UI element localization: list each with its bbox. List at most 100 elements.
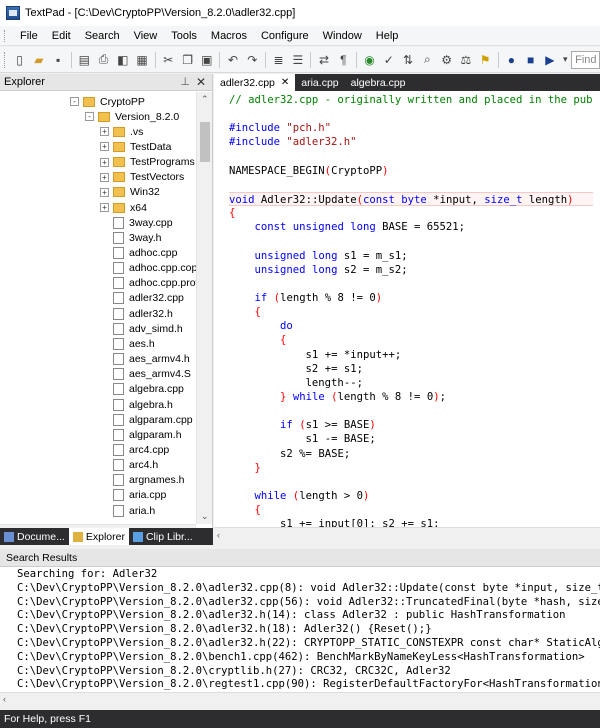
code-editor[interactable]: // adler32.cpp - originally written and …	[214, 91, 600, 527]
indent-icon[interactable]: ≣	[270, 51, 287, 69]
tree-vertical-scrollbar[interactable]: ⌃ ⌄	[196, 92, 212, 524]
redo-icon[interactable]: ↷	[244, 51, 261, 69]
record-macro-icon[interactable]: ●	[503, 51, 520, 69]
code-line[interactable]: unsigned long s1 = m_s1;	[229, 249, 593, 263]
tree-folder[interactable]: - CryptoPP	[70, 94, 145, 109]
close-icon[interactable]: ✕	[196, 75, 206, 89]
code-line[interactable]: while (length > 0)	[229, 489, 593, 503]
collapse-icon[interactable]: -	[70, 97, 79, 106]
spell-icon[interactable]: ▦	[133, 51, 150, 69]
tree-file[interactable]: aes.h	[113, 336, 155, 351]
word-wrap-icon[interactable]: ⇄	[315, 51, 332, 69]
menu-macros[interactable]: Macros	[204, 30, 254, 42]
editor-horizontal-scrollbar[interactable]: ‹	[214, 527, 600, 543]
tree-folder[interactable]: - Version_8.2.0	[85, 109, 179, 124]
tree-file[interactable]: adler32.cpp	[113, 291, 184, 306]
undo-icon[interactable]: ↶	[224, 51, 241, 69]
search-result-line[interactable]: C:\Dev\CryptoPP\Version_8.2.0\regtest1.c…	[17, 678, 600, 692]
search-result-line[interactable]: C:\Dev\CryptoPP\Version_8.2.0\adler32.h(…	[17, 623, 600, 637]
menu-file[interactable]: File	[13, 30, 45, 42]
tools-icon[interactable]: ⚙	[438, 51, 455, 69]
sort-icon[interactable]: ⇅	[399, 51, 416, 69]
tree-file[interactable]: algebra.cpp	[113, 382, 184, 397]
tree-file[interactable]: adhoc.cpp	[113, 246, 177, 261]
run-macro-icon[interactable]: ⚑	[476, 51, 493, 69]
menu-grip[interactable]	[4, 29, 7, 42]
tab-documents[interactable]: Docume...	[0, 528, 69, 546]
tree-file[interactable]: adv_simd.h	[113, 321, 183, 336]
tree-file[interactable]: adhoc.cpp.prot	[113, 276, 196, 291]
code-line[interactable]: if (length % 8 != 0)	[229, 291, 593, 305]
compare-icon[interactable]: ⚖	[457, 51, 474, 69]
tree-file[interactable]: aes_armv4.S	[113, 367, 191, 382]
code-line[interactable]	[229, 475, 593, 489]
menu-search[interactable]: Search	[78, 30, 127, 42]
code-line[interactable]: if (s1 >= BASE)	[229, 418, 593, 432]
scroll-thumb[interactable]	[200, 122, 210, 162]
menu-window[interactable]: Window	[316, 30, 369, 42]
tree-file[interactable]: aria.cpp	[113, 488, 166, 503]
search-result-line[interactable]: C:\Dev\CryptoPP\Version_8.2.0\bench1.cpp…	[17, 651, 600, 665]
tree-folder[interactable]: + TestPrograms	[100, 155, 195, 170]
toolbar-overflow-icon[interactable]: ▾	[561, 51, 571, 69]
tree-folder[interactable]: + TestVectors	[100, 170, 184, 185]
code-line[interactable]: s1 += input[0]; s2 += s1;	[229, 517, 593, 527]
print-icon[interactable]: ⎙	[95, 51, 112, 69]
code-line[interactable]: NAMESPACE_BEGIN(CryptoPP)	[229, 164, 593, 178]
code-line[interactable]	[229, 150, 593, 164]
search-result-line[interactable]: C:\Dev\CryptoPP\Version_8.2.0\cryptlib.h…	[17, 665, 600, 679]
search-result-line[interactable]: C:\Dev\CryptoPP\Version_8.2.0\adler32.cp…	[17, 596, 600, 610]
code-line[interactable]: const unsigned long BASE = 65521;	[229, 220, 593, 234]
code-line[interactable]	[229, 277, 593, 291]
pin-icon[interactable]: ⊥	[180, 75, 190, 88]
textpad-app-icon[interactable]	[6, 6, 20, 20]
code-line[interactable]: do	[229, 319, 593, 333]
code-line[interactable]: #include "pch.h"	[229, 121, 593, 135]
tree-folder[interactable]: + Win32	[100, 185, 160, 200]
expand-icon[interactable]: +	[100, 127, 109, 137]
tree-file[interactable]: 3way.cpp	[113, 215, 173, 230]
toolbar-grip[interactable]	[4, 51, 7, 68]
tree-file[interactable]: algebra.h	[113, 397, 173, 412]
menu-tools[interactable]: Tools	[164, 30, 204, 42]
code-line[interactable]	[229, 404, 593, 418]
code-line[interactable]: s1 += *input++;	[229, 348, 593, 362]
tree-file[interactable]: adhoc.cpp.cop	[113, 261, 196, 276]
search-results-horizontal-scrollbar[interactable]: ‹	[0, 692, 600, 706]
tree-file[interactable]: argnames.h	[113, 473, 184, 488]
expand-icon[interactable]: +	[100, 187, 109, 197]
stop-macro-icon[interactable]: ■	[522, 51, 539, 69]
code-line[interactable]	[229, 178, 593, 192]
tree-folder[interactable]: + TestData	[100, 139, 171, 154]
menu-view[interactable]: View	[127, 30, 165, 42]
code-line[interactable]: length--;	[229, 376, 593, 390]
search-result-line[interactable]: C:\Dev\CryptoPP\Version_8.2.0\adler32.h(…	[17, 609, 600, 623]
code-line[interactable]: {	[229, 206, 593, 220]
menu-help[interactable]: Help	[369, 30, 406, 42]
paste-icon[interactable]: ▣	[198, 51, 215, 69]
tab-adler32-cpp[interactable]: adler32.cpp ✕	[214, 74, 296, 91]
code-line[interactable]: }	[229, 461, 593, 475]
tree-file[interactable]: algparam.h	[113, 427, 182, 442]
tree-file[interactable]: arc4.cpp	[113, 442, 169, 457]
tree-folder[interactable]: + x64	[100, 200, 147, 215]
find-input[interactable]: Find	[571, 50, 600, 69]
find-in-files-icon[interactable]: ⌕	[419, 51, 436, 69]
code-line[interactable]: s1 -= BASE;	[229, 432, 593, 446]
code-text[interactable]: // adler32.cpp - originally written and …	[229, 93, 593, 527]
code-line[interactable]: s2 += s1;	[229, 362, 593, 376]
outdent-icon[interactable]: ☰	[289, 51, 306, 69]
menu-edit[interactable]: Edit	[45, 30, 78, 42]
save-all-icon[interactable]: ▤	[76, 51, 93, 69]
tree-file[interactable]: arc4.h	[113, 458, 158, 473]
code-line[interactable]: void Adler32::Update(const byte *input, …	[229, 191, 593, 207]
collapse-icon[interactable]: -	[85, 112, 94, 122]
tree-file[interactable]: 3way.h	[113, 230, 162, 245]
new-file-icon[interactable]: ▯	[11, 51, 28, 69]
code-line[interactable]: // adler32.cpp - originally written and …	[229, 93, 593, 107]
code-line[interactable]	[229, 107, 593, 121]
tree-folder[interactable]: + .vs	[100, 124, 143, 139]
copy-icon[interactable]: ❐	[179, 51, 196, 69]
browser-icon[interactable]: ◉	[361, 51, 378, 69]
code-line[interactable]: {	[229, 305, 593, 319]
